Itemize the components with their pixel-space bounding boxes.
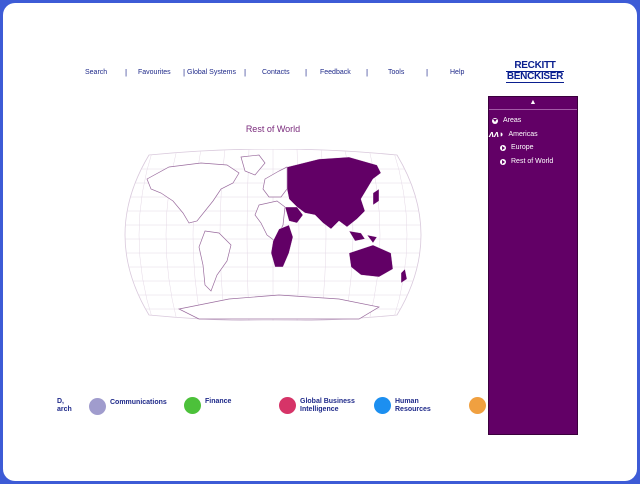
dept-hr-line1: Human <box>395 398 419 405</box>
scroll-up-arrow[interactable]: ▲ <box>489 97 577 110</box>
nav-separator: | <box>244 68 247 77</box>
nav-feedback[interactable]: Feedback <box>320 69 351 76</box>
dept-gbi-line1: Global Business <box>300 398 355 405</box>
orange-dept-dot[interactable] <box>469 397 486 414</box>
nav-separator: | <box>305 68 308 77</box>
areas-panel: ▲ Areas ʌʌ◗ Americas Europe Rest of Worl… <box>488 96 578 435</box>
brand-line1: RECKITT <box>514 60 556 71</box>
dept-finance[interactable]: Finance <box>205 398 231 406</box>
nav-favourites[interactable]: Favourites <box>138 69 171 76</box>
communications-dot[interactable] <box>89 398 106 415</box>
dept-partial-line2: arch <box>57 406 72 413</box>
dept-hr-line2: Resources <box>395 406 431 413</box>
menu-europe-label: Europe <box>511 144 534 151</box>
world-map[interactable] <box>109 149 437 321</box>
nav-global-systems[interactable]: Global Systems <box>187 69 236 76</box>
finance-dot[interactable] <box>184 397 201 414</box>
dept-human-resources[interactable]: Human Resources <box>395 398 431 414</box>
chevron-right-icon <box>500 158 506 165</box>
dept-global-business-intelligence[interactable]: Global Business Intelligence <box>300 398 355 414</box>
cursor-mark-icon: ʌʌ◗ <box>489 129 505 139</box>
map-title: Rest of World <box>245 124 301 134</box>
chevron-right-icon <box>500 144 506 151</box>
menu-areas-label: Areas <box>503 117 522 124</box>
dept-gbi-line2: Intelligence <box>300 406 339 413</box>
top-nav: Search | Favourites | Global Systems | C… <box>63 68 483 81</box>
menu-americas-label: Americas <box>508 130 538 138</box>
menu-europe[interactable]: Europe <box>500 144 534 151</box>
nav-separator: | <box>426 68 429 77</box>
nav-contacts[interactable]: Contacts <box>262 69 290 76</box>
menu-rest-of-world[interactable]: Rest of World <box>500 158 553 165</box>
dept-partial-left[interactable]: D, arch <box>57 398 72 414</box>
nav-separator: | <box>366 68 369 77</box>
menu-areas[interactable]: Areas <box>492 117 521 124</box>
rest-of-world-region[interactable] <box>270 156 408 284</box>
nav-separator: | <box>125 68 128 77</box>
nav-search[interactable]: Search <box>85 69 107 76</box>
hr-dot[interactable] <box>374 397 391 414</box>
brand-logo[interactable]: RECKITT BENCKISER <box>503 61 567 87</box>
window-frame: Search | Favourites | Global Systems | C… <box>3 3 637 481</box>
chevron-down-icon <box>492 117 498 124</box>
menu-americas[interactable]: ʌʌ◗ Americas <box>489 129 538 139</box>
brand-line2: BENCKISER <box>505 71 565 83</box>
nav-help[interactable]: Help <box>450 69 464 76</box>
dept-communications[interactable]: Communications <box>110 399 167 407</box>
nav-separator: | <box>183 68 186 77</box>
nav-tools[interactable]: Tools <box>388 69 404 76</box>
menu-rest-of-world-label: Rest of World <box>511 158 554 165</box>
dept-partial-line1: D, <box>57 398 64 405</box>
gbi-dot[interactable] <box>279 397 296 414</box>
